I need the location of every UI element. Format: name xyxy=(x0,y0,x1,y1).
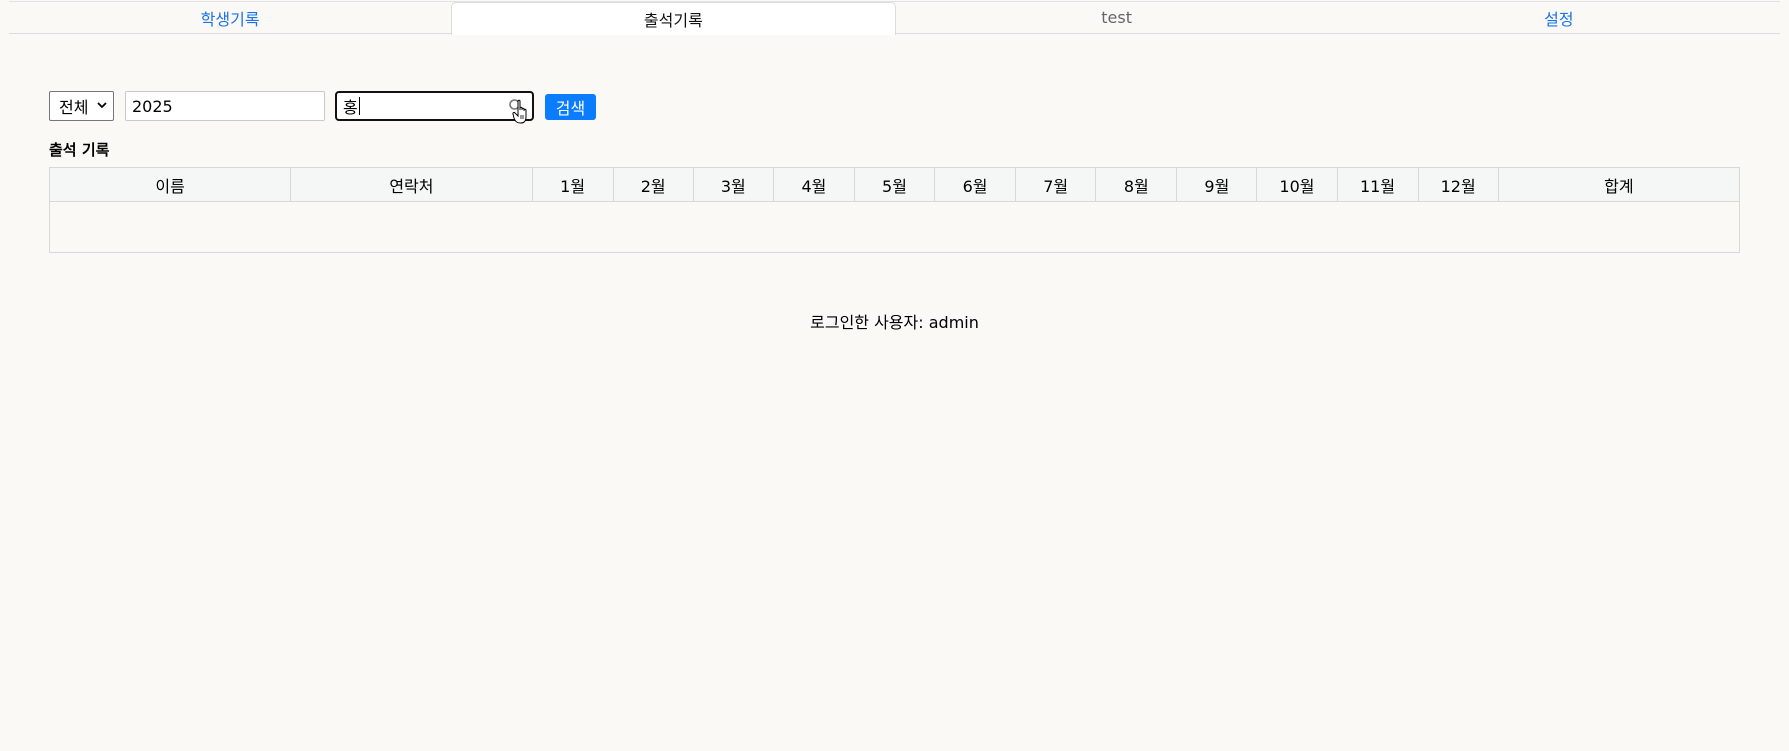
name-search-input[interactable]: 홍 xyxy=(335,91,534,121)
table-empty-cell xyxy=(49,201,1740,253)
column-header-dec: 12월 xyxy=(1417,167,1499,202)
column-header-mar: 3월 xyxy=(692,167,774,202)
tab-attendance-records[interactable]: 출석기록 xyxy=(451,2,896,35)
hand-pointer-icon xyxy=(512,99,527,124)
column-header-aug: 8월 xyxy=(1095,167,1178,202)
tab-test[interactable]: test xyxy=(896,2,1338,33)
column-header-feb: 2월 xyxy=(612,167,694,202)
name-search-value: 홍 xyxy=(343,98,358,117)
column-header-total: 합계 xyxy=(1497,167,1741,202)
year-input[interactable]: 2025 xyxy=(125,91,325,121)
column-header-jul: 7월 xyxy=(1015,167,1097,202)
chevron-down-icon xyxy=(97,102,107,109)
column-header-contact: 연락처 xyxy=(290,167,533,202)
category-select-value: 전체 xyxy=(59,98,89,117)
column-header-sep: 9월 xyxy=(1176,167,1258,202)
column-header-jun: 6월 xyxy=(934,167,1017,202)
attendance-table: 이름 연락처 1월 2월 3월 4월 5월 6월 7월 8월 9월 10월 11… xyxy=(48,167,1741,253)
logged-in-user-text: 로그인한 사용자: admin xyxy=(810,313,979,332)
column-header-jan: 1월 xyxy=(531,167,614,202)
main-tab-bar: 학생기록 출석기록 test 설정 xyxy=(9,1,1780,35)
tab-settings[interactable]: 설정 xyxy=(1338,2,1780,33)
column-header-apr: 4월 xyxy=(772,167,855,202)
column-header-may: 5월 xyxy=(853,167,936,202)
category-select[interactable]: 전체 xyxy=(49,91,114,121)
column-header-name: 이름 xyxy=(48,167,292,202)
table-empty-row xyxy=(49,201,1740,253)
table-header-row: 이름 연락처 1월 2월 3월 4월 5월 6월 7월 8월 9월 10월 11… xyxy=(48,167,1741,202)
column-header-nov: 11월 xyxy=(1336,167,1419,202)
column-header-oct: 10월 xyxy=(1256,167,1338,202)
year-input-value: 2025 xyxy=(132,96,173,116)
tab-student-records[interactable]: 학생기록 xyxy=(9,2,451,33)
search-button[interactable]: 검색 xyxy=(545,94,596,120)
text-caret xyxy=(358,97,360,115)
section-title: 출석 기록 xyxy=(49,141,110,159)
